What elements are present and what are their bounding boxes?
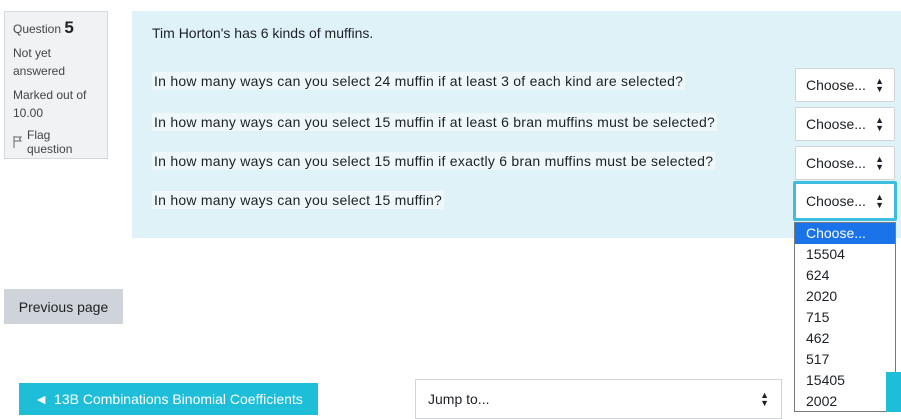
option-462[interactable]: 462: [795, 328, 895, 349]
previous-activity-link[interactable]: ◄ 13B Combinations Binomial Coefficients: [19, 383, 318, 415]
question-label: Question: [13, 22, 62, 36]
option-choose[interactable]: Choose...: [795, 223, 895, 244]
next-activity-link[interactable]: [886, 372, 901, 412]
question-state: Not yet answered: [13, 46, 66, 78]
question-grade: Marked out of 10.00: [13, 88, 87, 120]
arrow-left-icon: ◄: [34, 391, 49, 407]
select-value: Choose...: [806, 155, 866, 171]
select-arrows-icon: ▲ ▼: [875, 115, 884, 133]
select-arrows-icon: ▲ ▼: [875, 192, 884, 210]
subquestion-1-select[interactable]: Choose... ▲ ▼: [795, 68, 895, 102]
question-info: Question 5 Not yet answered Marked out o…: [4, 11, 108, 159]
option-715[interactable]: 715: [795, 307, 895, 328]
previous-activity-label: 13B Combinations Binomial Coefficients: [54, 391, 303, 407]
flag-question-link[interactable]: Flag question: [13, 128, 99, 156]
select-arrows-icon: ▲ ▼: [875, 76, 884, 94]
jump-to-value: Jump to...: [428, 391, 490, 407]
option-2002[interactable]: 2002: [795, 391, 895, 411]
previous-page-button[interactable]: Previous page: [4, 289, 123, 324]
subquestion-3-select[interactable]: Choose... ▲ ▼: [795, 146, 895, 180]
select-value: Choose...: [806, 116, 866, 132]
select-arrows-icon: ▲ ▼: [875, 154, 884, 172]
question-text: Tim Horton's has 6 kinds of muffins.: [152, 25, 374, 41]
select-value: Choose...: [806, 193, 866, 209]
subquestion-4-options-list[interactable]: Choose... 15504 624 2020 715 462 517 154…: [794, 222, 896, 412]
option-2020[interactable]: 2020: [795, 286, 895, 307]
subquestion-4-text: In how many ways can you select 15 muffi…: [152, 191, 445, 209]
select-arrows-icon: ▲ ▼: [760, 390, 769, 408]
option-15504[interactable]: 15504: [795, 244, 895, 265]
subquestion-1-text: In how many ways can you select 24 muffi…: [152, 72, 686, 90]
question-formulation: Tim Horton's has 6 kinds of muffins. In …: [132, 11, 901, 238]
subquestion-3-text: In how many ways can you select 15 muffi…: [152, 152, 716, 170]
flag-question-label: Flag question: [27, 128, 73, 156]
option-15405[interactable]: 15405: [795, 370, 895, 391]
subquestion-2-select[interactable]: Choose... ▲ ▼: [795, 107, 895, 141]
flag-icon: [13, 136, 22, 148]
jump-to-select[interactable]: Jump to... ▲ ▼: [415, 379, 782, 419]
subquestion-2-text: In how many ways can you select 15 muffi…: [152, 113, 718, 131]
subquestion-4-select[interactable]: Choose... ▲ ▼: [793, 181, 897, 221]
question-number-row: Question 5: [13, 18, 99, 38]
option-517[interactable]: 517: [795, 349, 895, 370]
option-624[interactable]: 624: [795, 265, 895, 286]
question-number: 5: [64, 18, 74, 37]
select-value: Choose...: [806, 77, 866, 93]
